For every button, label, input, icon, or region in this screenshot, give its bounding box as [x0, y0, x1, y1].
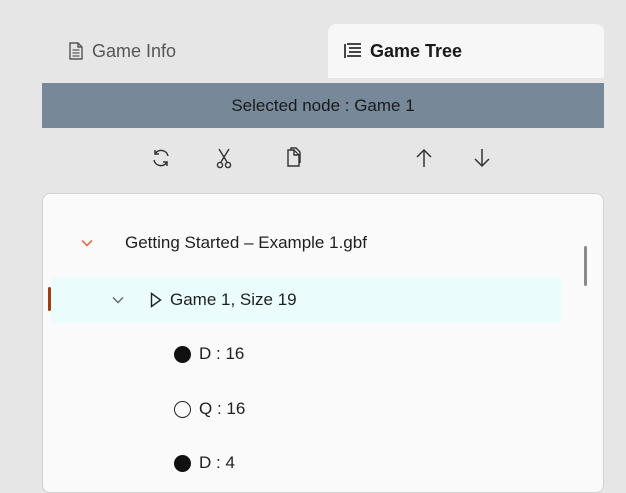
- play-triangle-icon: [150, 292, 162, 308]
- cut-icon: [215, 147, 233, 174]
- tree-node-game[interactable]: Game 1, Size 19: [48, 277, 561, 323]
- tree-node-move-label: Q : 16: [199, 399, 246, 418]
- tree-node-move[interactable]: D : 16: [51, 331, 561, 377]
- move-up-button[interactable]: [410, 146, 438, 174]
- selected-node-bar: Selected node : Game 1: [42, 83, 604, 128]
- move-down-icon: [473, 147, 491, 174]
- tree-node-file-label: Getting Started – Example 1.gbf: [125, 233, 367, 252]
- tree-node-game-label: Game 1, Size 19: [170, 290, 297, 309]
- document-icon: [68, 42, 84, 60]
- white-stone-icon: [174, 400, 191, 418]
- move-up-icon: [415, 147, 433, 174]
- black-stone-icon: [174, 454, 191, 472]
- paste-icon: [285, 146, 303, 174]
- chevron-down-icon[interactable]: [75, 231, 99, 255]
- tree-node-file[interactable]: Getting Started – Example 1.gbf: [51, 220, 561, 266]
- chevron-down-icon[interactable]: [106, 288, 130, 312]
- tab-strip: Game Info Game Tree: [42, 24, 604, 78]
- tab-game-tree[interactable]: Game Tree: [328, 24, 604, 78]
- tree-toolbar: [0, 140, 626, 180]
- tree-node-move-label: D : 16: [199, 344, 245, 363]
- selected-node-label: Selected node : Game 1: [231, 95, 415, 115]
- refresh-button[interactable]: [147, 146, 175, 174]
- paste-button[interactable]: [280, 146, 308, 174]
- tab-game-tree-label: Game Tree: [370, 40, 463, 61]
- tree-list-icon: [344, 42, 362, 60]
- selection-indicator: [48, 287, 51, 311]
- refresh-icon: [150, 147, 172, 174]
- tree-node-move[interactable]: Q : 16: [51, 386, 561, 432]
- tree-node-move-label: D : 4: [199, 453, 235, 472]
- cut-button[interactable]: [210, 146, 238, 174]
- vertical-scrollbar[interactable]: [584, 246, 587, 286]
- black-stone-icon: [174, 345, 191, 363]
- tab-game-info-label: Game Info: [92, 40, 177, 61]
- game-tree-panel: Getting Started – Example 1.gbf Game 1, …: [42, 193, 604, 493]
- tab-game-info[interactable]: Game Info: [42, 24, 322, 78]
- tree-node-move[interactable]: D : 4: [51, 440, 561, 486]
- move-down-button[interactable]: [468, 146, 496, 174]
